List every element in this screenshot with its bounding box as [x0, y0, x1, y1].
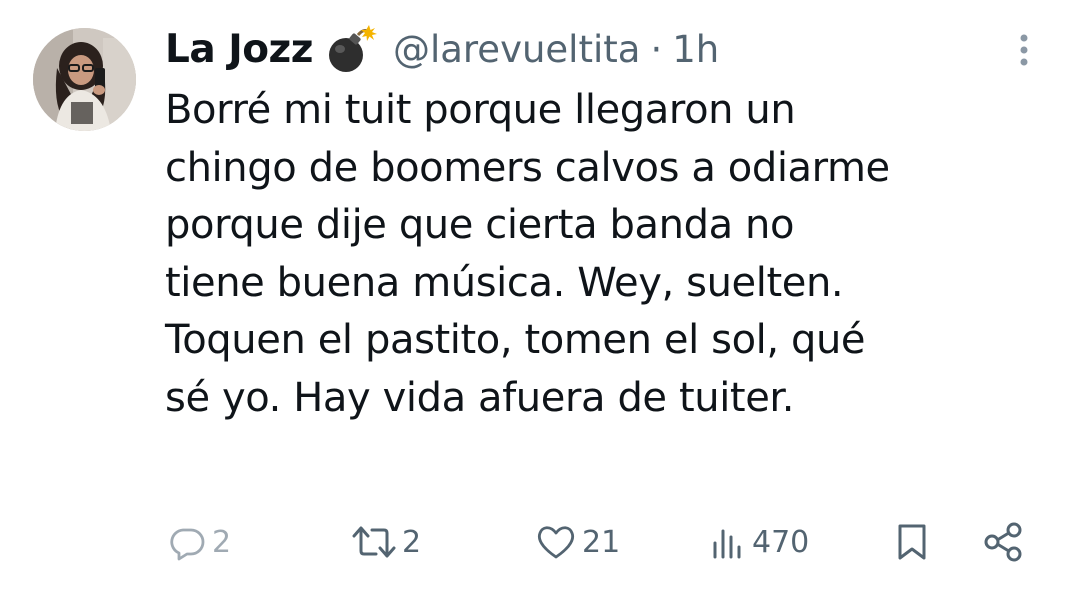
timestamp[interactable]: 1h: [672, 28, 719, 71]
reply-count: 2: [212, 524, 232, 560]
bookmark-icon: [894, 522, 930, 562]
avatar[interactable]: [33, 28, 136, 131]
share-button[interactable]: [982, 518, 1024, 566]
separator-dot: ·: [650, 27, 663, 71]
reply-button[interactable]: 2: [168, 518, 231, 566]
bookmark-button[interactable]: [894, 518, 930, 566]
tweet-text-line: porque dije que cierta banda no: [165, 202, 795, 249]
share-icon: [982, 522, 1024, 562]
repost-icon: [352, 523, 396, 561]
like-button[interactable]: 21: [536, 518, 620, 566]
more-vertical-icon[interactable]: [1010, 30, 1038, 70]
tweet-action-bar: 2 2 21 470: [0, 518, 1080, 566]
tweet-text-line: sé yo. Hay vida afuera de tuiter.: [165, 374, 795, 421]
tweet-text-line: Toquen el pastito, tomen el sol, qué: [165, 317, 866, 364]
bomb-icon: [323, 21, 379, 77]
tweet-header: La Jozz @larevueltita · 1h: [165, 18, 719, 80]
user-handle[interactable]: @larevueltita: [393, 28, 640, 71]
views-icon: [710, 523, 746, 561]
tweet-text-line: chingo de boomers calvos a odiarme: [165, 144, 890, 191]
repost-count: 2: [402, 524, 422, 560]
tweet-text-line: Borré mi tuit porque llegaron un: [165, 87, 796, 133]
heart-icon: [536, 523, 576, 561]
repost-button[interactable]: 2: [352, 518, 421, 566]
display-name[interactable]: La Jozz: [165, 27, 313, 72]
views-count: 470: [752, 524, 810, 560]
reply-icon: [168, 523, 206, 561]
tweet-text: Borré mi tuit porque llegaron un chingo …: [165, 82, 1065, 428]
tweet-text-line: tiene buena música. Wey, suelten.: [165, 259, 844, 306]
views-button[interactable]: 470: [710, 518, 809, 566]
like-count: 21: [582, 524, 621, 560]
